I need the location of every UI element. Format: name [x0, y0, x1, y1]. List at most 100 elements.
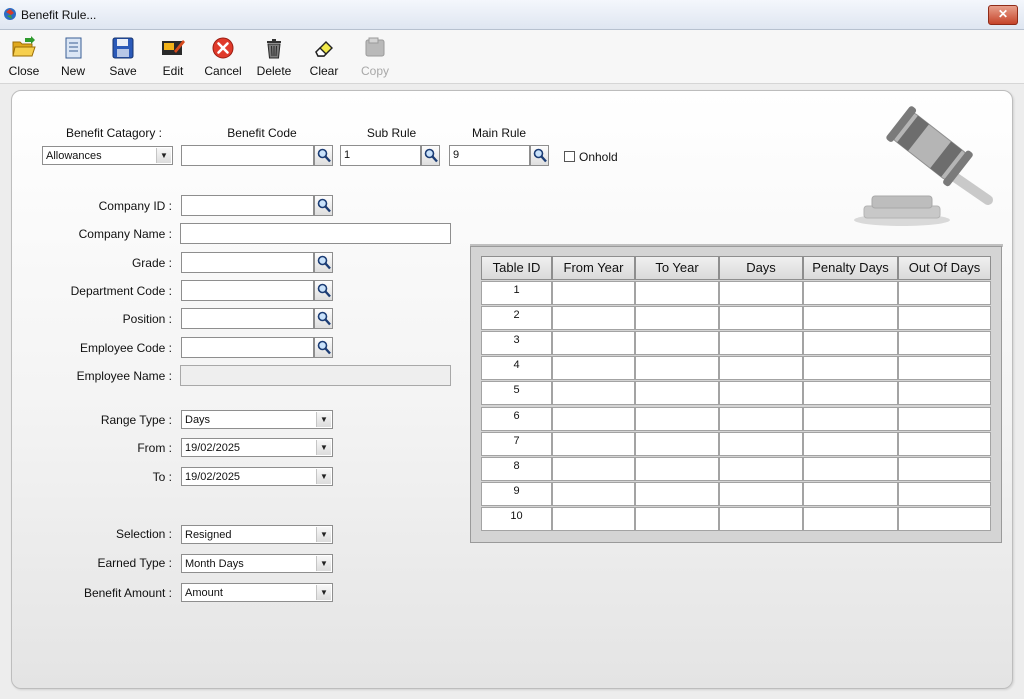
cell-from-year[interactable] [552, 406, 635, 431]
onhold-checkbox[interactable] [564, 151, 575, 162]
column-header-table-id[interactable]: Table ID [481, 256, 552, 280]
cell-to-year[interactable] [635, 406, 719, 431]
toolbar: Close New Save Edit Cancel Delete Clear … [0, 30, 1024, 84]
cell-table-id: 6 [481, 406, 552, 431]
cell-penalty-days[interactable] [803, 506, 898, 531]
cell-out-of-days[interactable] [898, 356, 991, 381]
sub-rule-input[interactable]: 1 [340, 145, 421, 166]
cell-from-year[interactable] [552, 506, 635, 531]
cell-days[interactable] [719, 456, 803, 481]
to-date-picker[interactable]: 19/02/2025 ▼ [181, 467, 333, 486]
cell-out-of-days[interactable] [898, 456, 991, 481]
copy-button[interactable]: Copy [351, 30, 399, 82]
cell-days[interactable] [719, 506, 803, 531]
cell-to-year[interactable] [635, 431, 719, 456]
company-id-input[interactable] [181, 195, 314, 216]
benefit-category-select[interactable]: Allowances ▼ [42, 146, 173, 165]
cell-from-year[interactable] [552, 356, 635, 381]
cell-out-of-days[interactable] [898, 331, 991, 356]
cell-penalty-days[interactable] [803, 306, 898, 331]
cell-out-of-days[interactable] [898, 431, 991, 456]
cell-penalty-days[interactable] [803, 456, 898, 481]
column-header-out-of-days[interactable]: Out Of Days [898, 256, 991, 280]
position-search-button[interactable] [314, 308, 333, 329]
cell-to-year[interactable] [635, 481, 719, 506]
sub-rule-search-button[interactable] [421, 145, 440, 166]
cell-to-year[interactable] [635, 506, 719, 531]
cell-to-year[interactable] [635, 456, 719, 481]
position-input[interactable] [181, 308, 314, 329]
grade-input[interactable] [181, 252, 314, 273]
range-type-select[interactable]: Days ▼ [181, 410, 333, 429]
cell-from-year[interactable] [552, 481, 635, 506]
employee-name-label: Employee Name : [76, 369, 172, 383]
magnifier-icon [317, 311, 331, 326]
cell-out-of-days[interactable] [898, 381, 991, 406]
cell-days[interactable] [719, 406, 803, 431]
cell-penalty-days[interactable] [803, 356, 898, 381]
benefit-code-input[interactable] [181, 145, 314, 166]
company-id-label: Company ID : [98, 199, 172, 213]
cell-from-year[interactable] [552, 281, 635, 305]
cell-days[interactable] [719, 431, 803, 456]
cell-out-of-days[interactable] [898, 406, 991, 431]
column-header-to-year[interactable]: To Year [635, 256, 719, 280]
close-button[interactable]: Close [0, 30, 48, 82]
main-rule-search-button[interactable] [530, 145, 549, 166]
cell-from-year[interactable] [552, 431, 635, 456]
benefit-code-search-button[interactable] [314, 145, 333, 166]
benefit-amount-select[interactable]: Amount ▼ [181, 583, 333, 602]
cell-to-year[interactable] [635, 281, 719, 305]
benefit-category-label: Benefit Catagory : [65, 126, 162, 140]
copy-label: Copy [360, 64, 389, 78]
company-id-search-button[interactable] [314, 195, 333, 216]
cell-penalty-days[interactable] [803, 381, 898, 406]
grade-search-button[interactable] [314, 252, 333, 273]
cell-days[interactable] [719, 356, 803, 381]
cell-penalty-days[interactable] [803, 281, 898, 305]
cell-to-year[interactable] [635, 306, 719, 331]
window-close-button[interactable]: ✕ [988, 5, 1018, 25]
column-header-penalty-days[interactable]: Penalty Days [803, 256, 898, 280]
cell-days[interactable] [719, 381, 803, 406]
from-date-value: 19/02/2025 [185, 442, 241, 454]
cell-out-of-days[interactable] [898, 506, 991, 531]
cell-from-year[interactable] [552, 306, 635, 331]
cell-days[interactable] [719, 306, 803, 331]
cell-penalty-days[interactable] [803, 431, 898, 456]
cell-to-year[interactable] [635, 381, 719, 406]
from-date-picker[interactable]: 19/02/2025 ▼ [181, 438, 333, 457]
cell-out-of-days[interactable] [898, 481, 991, 506]
company-name-input[interactable] [180, 223, 451, 244]
delete-button[interactable]: Delete [250, 30, 298, 82]
cell-to-year[interactable] [635, 331, 719, 356]
cell-days[interactable] [719, 281, 803, 305]
cell-from-year[interactable] [552, 381, 635, 406]
employee-code-search-button[interactable] [314, 337, 333, 358]
cell-to-year[interactable] [635, 356, 719, 381]
selection-label: Selection : [115, 527, 172, 541]
cell-penalty-days[interactable] [803, 481, 898, 506]
earned-type-select[interactable]: Month Days ▼ [181, 554, 333, 573]
save-button[interactable]: Save [99, 30, 147, 82]
sub-rule-label: Sub Rule [366, 126, 417, 140]
cancel-button[interactable]: Cancel [199, 30, 247, 82]
column-header-days[interactable]: Days [719, 256, 803, 280]
cell-penalty-days[interactable] [803, 406, 898, 431]
selection-select[interactable]: Resigned ▼ [181, 525, 333, 544]
cell-out-of-days[interactable] [898, 281, 991, 305]
employee-code-input[interactable] [181, 337, 314, 358]
cell-days[interactable] [719, 481, 803, 506]
department-code-search-button[interactable] [314, 280, 333, 301]
new-button[interactable]: New [49, 30, 97, 82]
cell-out-of-days[interactable] [898, 306, 991, 331]
cell-from-year[interactable] [552, 456, 635, 481]
cell-from-year[interactable] [552, 331, 635, 356]
department-code-input[interactable] [181, 280, 314, 301]
column-header-from-year[interactable]: From Year [552, 256, 635, 280]
clear-button[interactable]: Clear [300, 30, 348, 82]
main-rule-input[interactable]: 9 [449, 145, 530, 166]
cell-days[interactable] [719, 331, 803, 356]
edit-button[interactable]: Edit [149, 30, 197, 82]
cell-penalty-days[interactable] [803, 331, 898, 356]
